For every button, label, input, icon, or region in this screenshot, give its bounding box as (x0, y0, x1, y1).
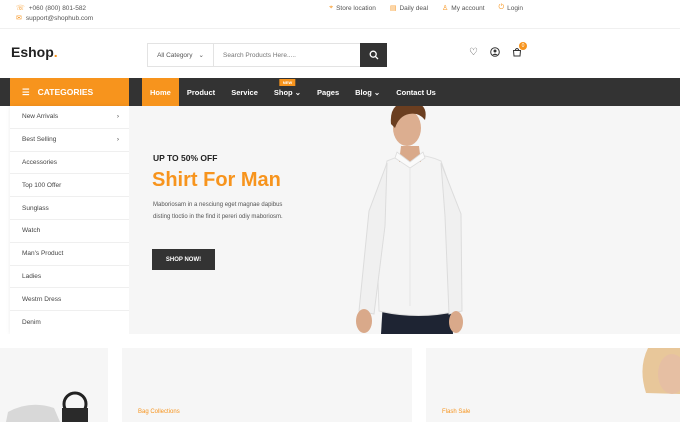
nav-service[interactable]: Service (223, 78, 266, 106)
top-bar: ☏ +060 (800) 801-582 ✉ support@shophub.c… (0, 0, 680, 28)
cart-count-badge: 0 (518, 42, 527, 50)
chevron-down-icon: ⌄ (373, 87, 381, 97)
user-icon: ♙ (442, 5, 449, 12)
category-sidebar: New Arrivals › Best Selling › Accessories … (10, 106, 129, 334)
power-icon: ⏻ (498, 4, 505, 11)
nav-contact-us[interactable]: Contact Us (388, 78, 444, 106)
chevron-right-icon: › (116, 136, 119, 144)
email-contact: ✉ support@shophub.com (16, 14, 93, 24)
sidebar-item-new-arrivals[interactable]: New Arrivals › (10, 106, 129, 129)
sidebar-item-mans-product[interactable]: Man's Product (10, 243, 129, 266)
search-icon (369, 50, 378, 60)
bag-collections-label: Bag Collections (138, 409, 180, 415)
headset-icon: ☏ (16, 5, 25, 12)
sidebar-item-sunglass[interactable]: Sunglass (10, 197, 129, 220)
search-bar: All Category ⌄ (147, 43, 387, 67)
chevron-down-icon: ⌄ (294, 87, 302, 97)
phone-number: +060 (800) 801-582 (28, 5, 87, 12)
categories-toggle[interactable]: ☰ CATEGORIES (10, 78, 129, 106)
site-logo[interactable]: Eshop. (11, 44, 58, 60)
promo-card-product[interactable] (0, 348, 108, 422)
wishlist-heart-icon[interactable]: ♡ (469, 47, 478, 60)
chevron-right-icon: › (116, 113, 119, 121)
nav-blog[interactable]: Blog ⌄ (347, 78, 388, 106)
model-image (642, 348, 680, 394)
category-select[interactable]: All Category ⌄ (148, 44, 214, 66)
location-pin-icon: ⌖ (329, 4, 334, 11)
nav-product[interactable]: Product (179, 78, 223, 106)
nav-home[interactable]: Home (142, 78, 179, 106)
sidebar-item-accessories[interactable]: Accessories (10, 152, 129, 175)
main-navbar: ☰ CATEGORIES Home Product Service NEW Sh… (0, 78, 680, 106)
calendar-icon: ▤ (389, 5, 397, 12)
hamburger-icon: ☰ (22, 86, 30, 97)
sidebar-item-watch[interactable]: Watch (10, 220, 129, 243)
nav-shop[interactable]: NEW Shop ⌄ (266, 78, 309, 106)
phone-contact: ☏ +060 (800) 801-582 (16, 4, 93, 14)
daily-deal-link[interactable]: ▤ Daily deal (389, 4, 428, 13)
sidebar-item-ladies[interactable]: Ladies (10, 266, 129, 289)
nav-pages[interactable]: Pages (309, 78, 347, 106)
sidebar-item-denim[interactable]: Denim (10, 311, 129, 334)
site-header: Eshop. All Category ⌄ ♡ 0 (0, 28, 680, 78)
sidebar-item-top-100-offer[interactable]: Top 100 Offer (10, 174, 129, 198)
promo-card-bag-collections[interactable]: Bag Collections (122, 348, 412, 422)
search-button[interactable] (360, 43, 387, 67)
search-input[interactable] (214, 44, 360, 66)
envelope-icon: ✉ (16, 15, 22, 22)
section-divider (0, 334, 680, 348)
product-image (6, 391, 88, 422)
sidebar-item-best-selling[interactable]: Best Selling › (10, 129, 129, 152)
sidebar-item-westrn-dress[interactable]: Westrn Dress (10, 288, 129, 312)
hero-model-image (356, 106, 463, 334)
my-account-link[interactable]: ♙ My account (442, 4, 485, 13)
hero-banner: UP TO 50% OFF Shirt For Man Maboriosam i… (129, 106, 680, 334)
cart-bag-icon[interactable]: 0 (512, 42, 527, 60)
new-badge: NEW (279, 79, 296, 86)
chevron-down-icon: ⌄ (198, 52, 204, 59)
store-location-link[interactable]: ⌖ Store location (329, 4, 376, 12)
email-address[interactable]: support@shophub.com (26, 14, 93, 24)
promo-card-flash-sale[interactable]: Flash Sale (426, 348, 680, 422)
account-user-icon[interactable] (490, 47, 500, 60)
login-link[interactable]: ⏻ Login (499, 4, 523, 12)
